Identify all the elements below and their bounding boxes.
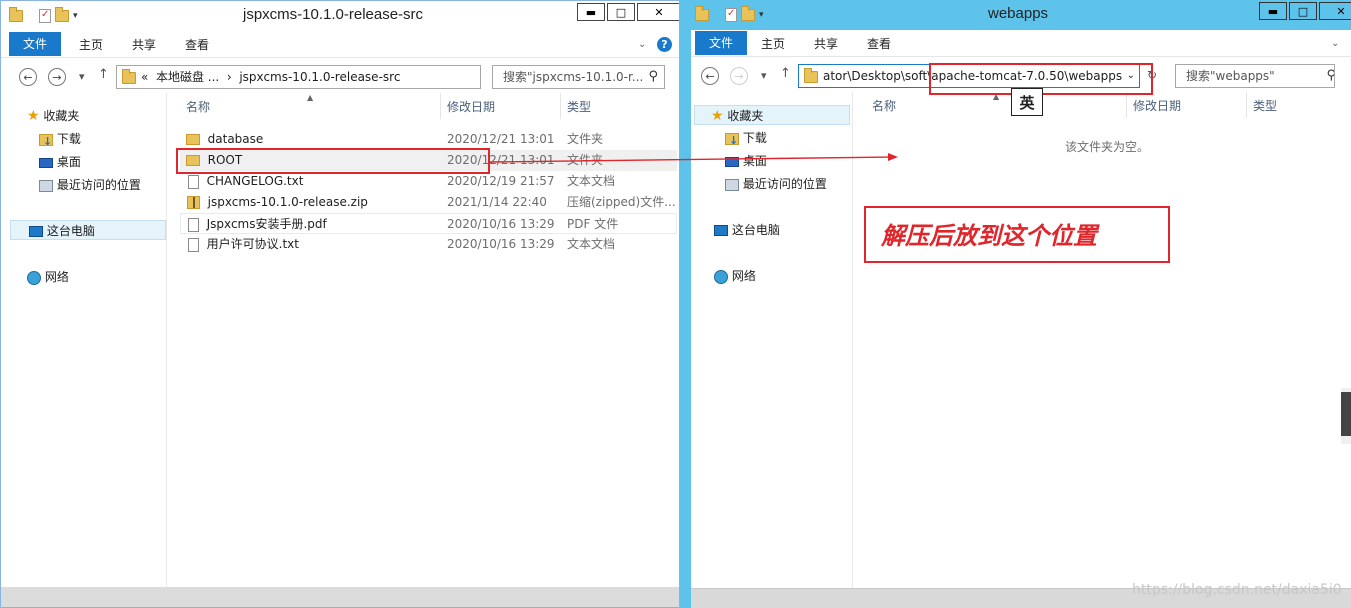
annotation-text: 解压后放到这个位置 [881, 222, 1097, 250]
ime-indicator[interactable]: 英 [1011, 88, 1043, 116]
arrow-line [489, 156, 893, 163]
arrow-head [888, 153, 898, 161]
watermark: https://blog.csdn.net/daxia5i0 [1132, 582, 1342, 598]
annotation-arrow [489, 153, 898, 163]
